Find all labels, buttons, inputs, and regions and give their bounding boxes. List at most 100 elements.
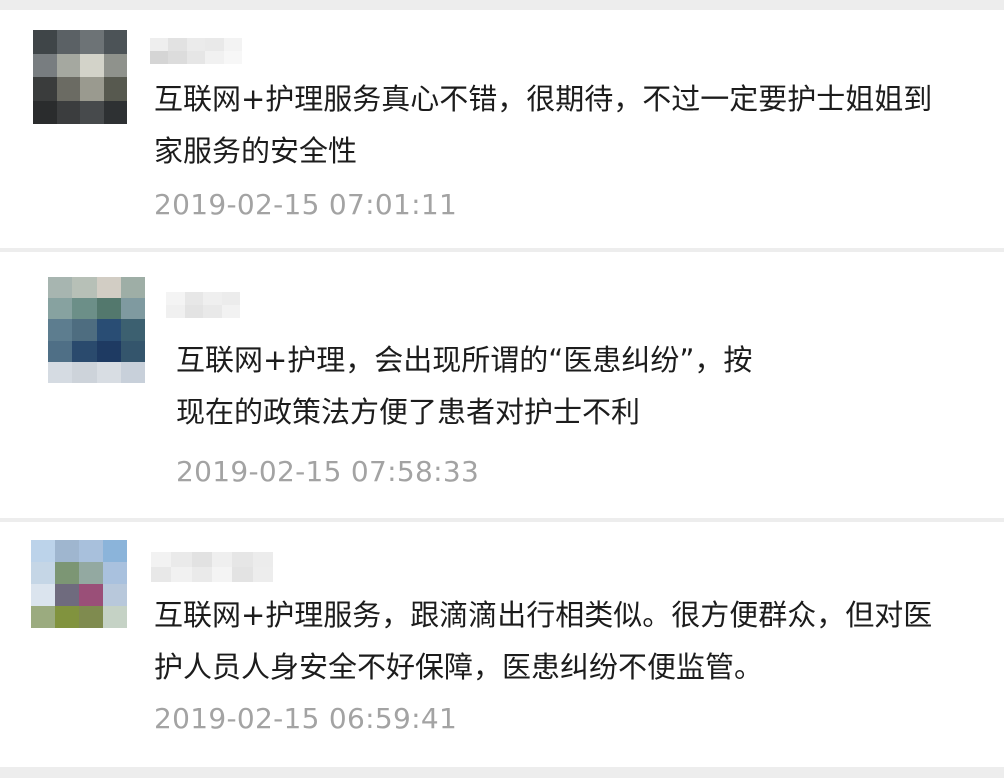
comment-timestamp: 2019-02-15 07:58:33: [176, 455, 480, 488]
username-mosaic-tile: [184, 292, 203, 305]
avatar-mosaic-tile: [103, 100, 127, 124]
avatar-mosaic-tile: [33, 100, 57, 124]
avatar-mosaic-tile: [96, 361, 121, 383]
username-mosaic-tile: [186, 38, 206, 51]
avatar-mosaic-tile: [103, 540, 127, 562]
avatar-mosaic-tile: [96, 319, 121, 341]
avatar-mosaic-tile: [103, 53, 127, 77]
avatar-mosaic-tile: [80, 53, 104, 77]
avatar-mosaic-tile: [48, 298, 73, 320]
avatar-mosaic-tile: [56, 77, 80, 101]
comment-card: 互联网+护理服务，跟滴滴出行相类似。很方便群众，但对医 护人员人身安全不好保障，…: [0, 522, 1004, 767]
avatar-mosaic-tile: [55, 562, 79, 584]
avatar-mosaic-tile: [56, 53, 80, 77]
avatar-mosaic-tile: [56, 100, 80, 124]
username-mosaic-tile: [221, 305, 240, 318]
username-mosaic-tile: [150, 38, 169, 51]
username-blurred[interactable]: [166, 292, 240, 318]
avatar-mosaic-tile: [31, 562, 55, 584]
username-blurred[interactable]: [150, 38, 242, 64]
avatar-mosaic-tile: [80, 77, 104, 101]
username-mosaic-tile: [186, 51, 206, 64]
comment-card: 互联网+护理服务真心不错，很期待，不过一定要护士姐姐到 家服务的安全性 2019…: [0, 10, 1004, 248]
username-mosaic-tile: [150, 51, 169, 64]
avatar-mosaic-tile: [72, 277, 97, 299]
username-mosaic-tile: [166, 305, 185, 318]
avatar-mosaic-tile: [72, 361, 97, 383]
username-mosaic-tile: [203, 292, 222, 305]
avatar-mosaic-tile: [120, 298, 145, 320]
comment-line: 互联网+护理服务，跟滴滴出行相类似。很方便群众，但对医: [154, 598, 933, 632]
comment-text: 互联网+护理，会出现所谓的“医患纠纷”，按 现在的政策法方便了患者对护士不利: [176, 334, 752, 438]
avatar-mosaic-tile: [120, 277, 145, 299]
avatar-mosaic-tile: [31, 606, 55, 628]
username-mosaic-tile: [171, 552, 192, 567]
username-mosaic-tile: [232, 552, 253, 567]
avatar-mosaic-tile: [48, 361, 73, 383]
username-mosaic-tile: [168, 38, 187, 51]
avatar-mosaic-tile: [103, 77, 127, 101]
username-mosaic-tile: [212, 552, 233, 567]
comment-line: 互联网+护理服务真心不错，很期待，不过一定要护士姐姐到: [154, 82, 933, 116]
username-mosaic-tile: [223, 51, 242, 64]
username-mosaic-tile: [203, 305, 222, 318]
avatar-mosaic-tile: [31, 540, 55, 562]
avatar-mosaic-tile: [33, 53, 57, 77]
avatar-mosaic-tile: [56, 30, 80, 54]
avatar-mosaic-tile: [103, 606, 127, 628]
avatar-mosaic-tile: [33, 77, 57, 101]
avatar-mosaic-tile: [120, 361, 145, 383]
avatar-mosaic-tile: [79, 584, 103, 606]
avatar-mosaic-tile: [55, 606, 79, 628]
username-mosaic-tile: [191, 552, 212, 567]
avatar-mosaic-tile: [103, 584, 127, 606]
avatar-mosaic-tile: [48, 319, 73, 341]
comment-line: 互联网+护理，会出现所谓的“医患纠纷”，按: [176, 343, 753, 377]
avatar-mosaic-tile: [79, 562, 103, 584]
avatar-mosaic-tile: [31, 584, 55, 606]
username-blurred[interactable]: [151, 552, 273, 582]
comment-timestamp: 2019-02-15 07:01:11: [154, 188, 458, 221]
avatar-mosaic-tile: [79, 606, 103, 628]
user-avatar[interactable]: [48, 277, 145, 383]
avatar-mosaic-tile: [80, 30, 104, 54]
avatar-mosaic-tile: [120, 319, 145, 341]
username-mosaic-tile: [205, 38, 224, 51]
avatar-mosaic-tile: [79, 540, 103, 562]
user-avatar[interactable]: [31, 540, 127, 628]
avatar-mosaic-tile: [80, 100, 104, 124]
avatar-mosaic-tile: [103, 562, 127, 584]
username-mosaic-tile: [151, 552, 172, 567]
username-mosaic-tile: [168, 51, 187, 64]
avatar-mosaic-tile: [96, 298, 121, 320]
username-mosaic-tile: [166, 292, 185, 305]
comment-timestamp: 2019-02-15 06:59:41: [154, 702, 458, 735]
username-mosaic-tile: [223, 38, 242, 51]
username-mosaic-tile: [232, 567, 253, 582]
username-mosaic-tile: [191, 567, 212, 582]
comment-line: 护人员人身安全不好保障，医患纠纷不便监管。: [154, 650, 764, 684]
username-mosaic-tile: [221, 292, 240, 305]
avatar-mosaic-tile: [96, 340, 121, 362]
username-mosaic-tile: [171, 567, 192, 582]
avatar-mosaic-tile: [96, 277, 121, 299]
comment-line: 家服务的安全性: [154, 134, 358, 168]
username-mosaic-tile: [205, 51, 224, 64]
username-mosaic-tile: [252, 567, 273, 582]
avatar-mosaic-tile: [120, 340, 145, 362]
username-mosaic-tile: [151, 567, 172, 582]
comment-line: 现在的政策法方便了患者对护士不利: [176, 395, 641, 429]
avatar-mosaic-tile: [48, 277, 73, 299]
comment-card: 互联网+护理，会出现所谓的“医患纠纷”，按 现在的政策法方便了患者对护士不利 2…: [0, 252, 1004, 518]
username-mosaic-tile: [184, 305, 203, 318]
avatar-mosaic-tile: [48, 340, 73, 362]
user-avatar[interactable]: [33, 30, 127, 124]
username-mosaic-tile: [252, 552, 273, 567]
avatar-mosaic-tile: [72, 340, 97, 362]
avatar-mosaic-tile: [72, 298, 97, 320]
avatar-mosaic-tile: [33, 30, 57, 54]
comment-text: 互联网+护理服务真心不错，很期待，不过一定要护士姐姐到 家服务的安全性: [154, 73, 932, 177]
username-mosaic-tile: [212, 567, 233, 582]
avatar-mosaic-tile: [55, 540, 79, 562]
avatar-mosaic-tile: [55, 584, 79, 606]
